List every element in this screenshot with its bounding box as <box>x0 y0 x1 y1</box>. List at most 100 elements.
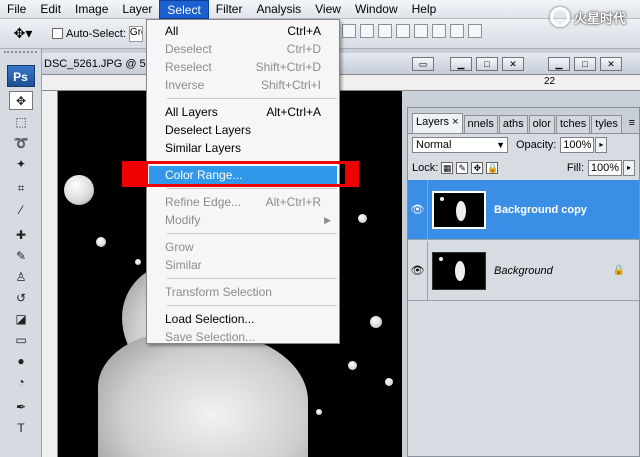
menu-item-reselect[interactable]: Reselect Shift+Ctrl+D <box>147 58 339 76</box>
tab-layers-label: Layers <box>416 116 450 128</box>
menu-item-transform-selection[interactable]: Transform Selection <box>147 283 339 301</box>
menu-filter[interactable]: Filter <box>209 0 250 19</box>
minimize-button[interactable]: ▁ <box>450 57 472 71</box>
auto-select-checkbox[interactable] <box>52 28 63 39</box>
tab-swatches[interactable]: tches <box>555 115 591 133</box>
menu-analysis[interactable]: Analysis <box>249 0 308 19</box>
blur-tool-icon[interactable]: ● <box>9 351 33 370</box>
minimize-button-2[interactable]: ▁ <box>548 57 570 71</box>
opacity-input[interactable]: 100% <box>560 137 595 153</box>
layer-row-background-copy[interactable]: 👁 Background copy <box>408 179 639 240</box>
tab-layers[interactable]: Layers × <box>412 113 463 133</box>
menu-item-modify[interactable]: Modify ▶ <box>147 211 339 229</box>
menu-item-refine-edge[interactable]: Refine Edge... Alt+Ctrl+R <box>147 193 339 211</box>
tab-styles[interactable]: tyles <box>591 115 622 133</box>
marquee-tool-icon[interactable]: ⬚ <box>9 112 33 131</box>
menu-item-inverse[interactable]: Inverse Shift+Ctrl+I <box>147 76 339 94</box>
lock-position-icon[interactable]: ✥ <box>471 162 484 174</box>
menu-shortcut: Alt+Ctrl+A <box>266 105 321 119</box>
menu-item-similar[interactable]: Similar <box>147 256 339 274</box>
menu-item-label: Load Selection... <box>165 312 255 326</box>
magic-wand-tool-icon[interactable]: ✦ <box>9 154 33 173</box>
menu-shortcut: Shift+Ctrl+I <box>260 78 321 92</box>
second-document-titlebar[interactable]: ▭ ▁ □ ✕ ▁ □ ✕ <box>402 53 640 75</box>
eyedropper-tool-icon[interactable]: ⁄ <box>9 200 33 219</box>
align-vcenter-icon[interactable] <box>360 24 374 38</box>
menu-item-label: All <box>165 24 179 38</box>
tab-close-icon[interactable]: × <box>452 116 458 128</box>
align-hcenter-icon[interactable] <box>414 24 428 38</box>
thumbnail-shape <box>439 256 443 261</box>
blend-mode-select[interactable]: Normal ▼ <box>412 137 508 153</box>
auto-select-dropdown[interactable]: Gro <box>128 25 143 42</box>
menu-image[interactable]: Image <box>68 0 115 19</box>
menu-edit[interactable]: Edit <box>33 0 68 19</box>
distribute-top-icon[interactable] <box>450 24 464 38</box>
lasso-tool-icon[interactable]: ➰ <box>9 133 33 152</box>
menu-item-similar-layers[interactable]: Similar Layers <box>147 139 339 157</box>
tab-paths[interactable]: aths <box>498 115 528 133</box>
menu-item-deselect[interactable]: Deselect Ctrl+D <box>147 40 339 58</box>
panel-menu-icon[interactable]: ≡ <box>629 117 635 129</box>
maximize-button-2[interactable]: □ <box>574 57 596 71</box>
menu-window[interactable]: Window <box>348 0 405 19</box>
gradient-tool-icon[interactable]: ▭ <box>9 330 33 349</box>
lock-all-icon[interactable]: 🔒 <box>486 162 499 174</box>
menu-item-label: Grow <box>165 240 194 254</box>
fill-slider-button[interactable]: ▸ <box>623 160 635 176</box>
distribute-vcenter-icon[interactable] <box>468 24 482 38</box>
align-buttons <box>342 24 482 38</box>
brush-tool-icon[interactable]: ✎ <box>9 246 33 265</box>
menu-file[interactable]: File <box>0 0 33 19</box>
move-tool-icon[interactable]: ✥ <box>9 91 33 110</box>
menu-shortcut: Alt+Ctrl+R <box>265 195 321 209</box>
align-top-icon[interactable] <box>342 24 356 38</box>
align-right-icon[interactable] <box>432 24 446 38</box>
restore-button[interactable]: ▭ <box>412 57 434 71</box>
lock-transparency-icon[interactable]: ▦ <box>441 162 454 174</box>
menu-item-deselect-layers[interactable]: Deselect Layers <box>147 121 339 139</box>
layer-row-background[interactable]: 👁 Background 🔒 <box>408 240 639 301</box>
visibility-eye-icon[interactable]: 👁 <box>408 179 428 240</box>
tab-channels[interactable]: nnels <box>463 115 498 133</box>
dodge-tool-icon[interactable]: ◔ <box>9 372 33 391</box>
menu-item-all[interactable]: All Ctrl+A <box>147 22 339 40</box>
tab-color[interactable]: olor <box>528 115 555 133</box>
clone-stamp-tool-icon[interactable]: ♙ <box>9 267 33 286</box>
align-left-icon[interactable] <box>396 24 410 38</box>
lock-pixels-icon[interactable]: ✎ <box>456 162 469 174</box>
menu-help[interactable]: Help <box>405 0 444 19</box>
menu-item-color-range[interactable]: Color Range... <box>149 166 337 184</box>
maximize-button[interactable]: □ <box>476 57 498 71</box>
menu-select[interactable]: Select <box>159 0 209 19</box>
menu-separator <box>167 233 337 234</box>
close-button[interactable]: ✕ <box>502 57 524 71</box>
fill-input[interactable]: 100% <box>588 160 622 176</box>
lock-row: Lock: ▦ ✎ ✥ 🔒 Fill: 100% ▸ <box>412 159 635 177</box>
type-tool-icon[interactable]: T <box>9 418 33 437</box>
opacity-slider-button[interactable]: ▸ <box>595 137 608 153</box>
align-bottom-icon[interactable] <box>378 24 392 38</box>
milk-drop <box>96 237 106 247</box>
menu-item-grow[interactable]: Grow <box>147 238 339 256</box>
menu-item-save-selection[interactable]: Save Selection... <box>147 328 339 346</box>
close-button-2[interactable]: ✕ <box>600 57 622 71</box>
menu-view[interactable]: View <box>308 0 348 19</box>
milk-drop <box>135 259 141 265</box>
visibility-eye-icon[interactable]: 👁 <box>408 240 428 301</box>
eraser-tool-icon[interactable]: ◪ <box>9 309 33 328</box>
pen-tool-icon[interactable]: ✒ <box>9 397 33 416</box>
history-brush-tool-icon[interactable]: ↺ <box>9 288 33 307</box>
menu-shortcut: Ctrl+A <box>287 24 321 38</box>
menu-item-all-layers[interactable]: All Layers Alt+Ctrl+A <box>147 103 339 121</box>
lock-label: Lock: <box>412 162 439 174</box>
menu-item-load-selection[interactable]: Load Selection... <box>147 310 339 328</box>
menu-item-label: Refine Edge... <box>165 195 242 209</box>
healing-brush-tool-icon[interactable]: ✚ <box>9 225 33 244</box>
move-tool-icon[interactable]: ✥▾ <box>8 23 38 45</box>
panel-grip[interactable] <box>4 51 37 59</box>
milk-drop <box>370 316 382 328</box>
menu-item-label: Transform Selection <box>165 285 272 299</box>
crop-tool-icon[interactable]: ⌗ <box>9 179 33 198</box>
menu-layer[interactable]: Layer <box>115 0 159 19</box>
